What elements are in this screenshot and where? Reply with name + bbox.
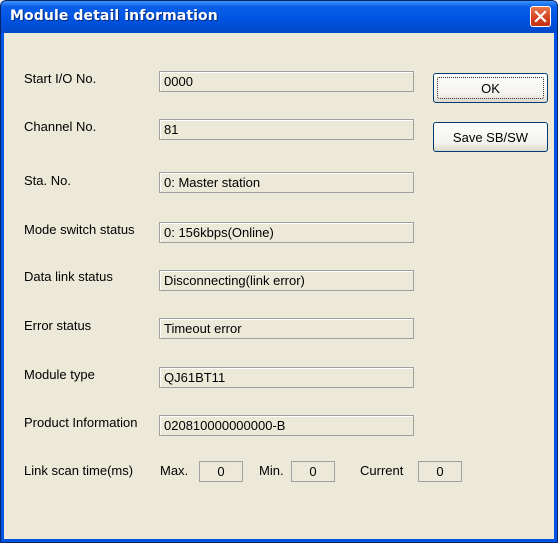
window-title: Module detail information: [10, 8, 218, 24]
channel-no-field: 81: [159, 119, 414, 140]
data-link-label: Data link status: [24, 269, 113, 284]
close-icon: [534, 10, 547, 23]
error-status-label: Error status: [24, 318, 92, 333]
focus-rect: [437, 77, 544, 99]
scan-time-label: Link scan time(ms): [24, 463, 134, 478]
max-scan-field: 0: [199, 461, 243, 482]
title-bar[interactable]: Module detail information: [1, 1, 557, 33]
channel-no-label: Channel No.: [24, 119, 97, 134]
dialog-window: Module detail information Start I/O No. …: [0, 0, 558, 543]
ok-button[interactable]: OK: [433, 73, 548, 103]
save-sb-sw-label: Save SB/SW: [452, 129, 529, 145]
current-scan-field: 0: [418, 461, 462, 482]
min-label: Min.: [259, 463, 284, 478]
product-info-field: 020810000000000-B: [159, 415, 414, 436]
start-io-field: 0000: [159, 71, 414, 92]
start-io-label: Start I/O No.: [24, 71, 97, 86]
min-scan-field: 0: [291, 461, 335, 482]
station-no-label: Sta. No.: [24, 173, 71, 188]
max-label: Max.: [160, 463, 189, 478]
dialog-body: Start I/O No. 0000 Channel No. 81 Sta. N…: [4, 33, 554, 539]
station-no-field: 0: Master station: [159, 172, 414, 193]
error-status-field: Timeout error: [159, 318, 414, 339]
product-info-label: Product Information: [24, 415, 138, 430]
close-button[interactable]: [530, 6, 551, 27]
mode-switch-field: 0: 156kbps(Online): [159, 222, 414, 243]
module-type-field: QJ61BT11: [159, 367, 414, 388]
module-type-label: Module type: [24, 367, 95, 382]
save-sb-sw-button[interactable]: Save SB/SW: [433, 122, 548, 152]
data-link-field: Disconnecting(link error): [159, 270, 414, 291]
current-label: Current: [360, 463, 404, 478]
mode-switch-label: Mode switch status: [24, 222, 135, 237]
